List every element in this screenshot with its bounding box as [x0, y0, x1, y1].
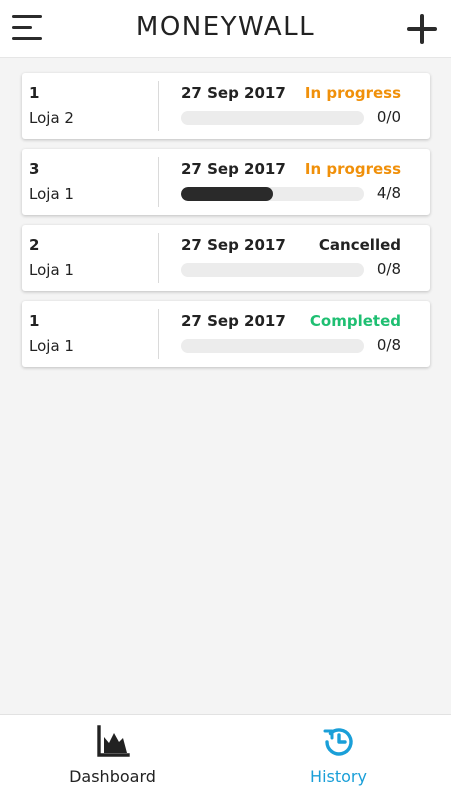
progress-count: 0/8	[376, 336, 401, 354]
order-card[interactable]: 1 Loja 2 27 Sep 2017 In progress 0/0	[22, 73, 430, 139]
order-store: Loja 2	[29, 109, 74, 127]
progress-bar	[181, 339, 364, 353]
nav-history[interactable]: History	[226, 715, 451, 800]
progress-bar	[181, 187, 364, 201]
order-date: 27 Sep 2017	[181, 84, 286, 102]
nav-label-history: History	[310, 767, 367, 786]
order-status: In progress	[304, 84, 401, 102]
app-title: MONEYWALL	[135, 12, 316, 42]
order-status: In progress	[304, 160, 401, 178]
order-quantity: 1	[29, 312, 40, 330]
order-list: 1 Loja 2 27 Sep 2017 In progress 0/0 3 L…	[22, 73, 430, 377]
order-quantity: 2	[29, 236, 40, 254]
order-status: Cancelled	[318, 236, 401, 254]
plus-icon[interactable]	[407, 14, 437, 44]
top-app-bar: MONEYWALL	[0, 0, 451, 58]
card-divider	[158, 157, 159, 207]
progress-bar	[181, 263, 364, 277]
order-date: 27 Sep 2017	[181, 236, 286, 254]
history-icon	[323, 728, 353, 756]
progress-bar	[181, 111, 364, 125]
order-store: Loja 1	[29, 261, 74, 279]
nav-dashboard[interactable]: Dashboard	[0, 715, 225, 800]
order-quantity: 1	[29, 84, 40, 102]
order-card[interactable]: 1 Loja 1 27 Sep 2017 Completed 0/8	[22, 301, 430, 367]
card-divider	[158, 81, 159, 131]
area-chart-icon	[97, 725, 130, 757]
order-status: Completed	[309, 312, 401, 330]
card-divider	[158, 309, 159, 359]
progress-count: 4/8	[376, 184, 401, 202]
order-card[interactable]: 2 Loja 1 27 Sep 2017 Cancelled 0/8	[22, 225, 430, 291]
progress-fill	[181, 187, 273, 201]
order-store: Loja 1	[29, 337, 74, 355]
order-date: 27 Sep 2017	[181, 160, 286, 178]
order-date: 27 Sep 2017	[181, 312, 286, 330]
bottom-navigation: Dashboard History	[0, 714, 451, 800]
nav-label-dashboard: Dashboard	[69, 767, 156, 786]
progress-count: 0/8	[376, 260, 401, 278]
card-divider	[158, 233, 159, 283]
order-store: Loja 1	[29, 185, 74, 203]
progress-count: 0/0	[376, 108, 401, 126]
order-quantity: 3	[29, 160, 40, 178]
order-card[interactable]: 3 Loja 1 27 Sep 2017 In progress 4/8	[22, 149, 430, 215]
